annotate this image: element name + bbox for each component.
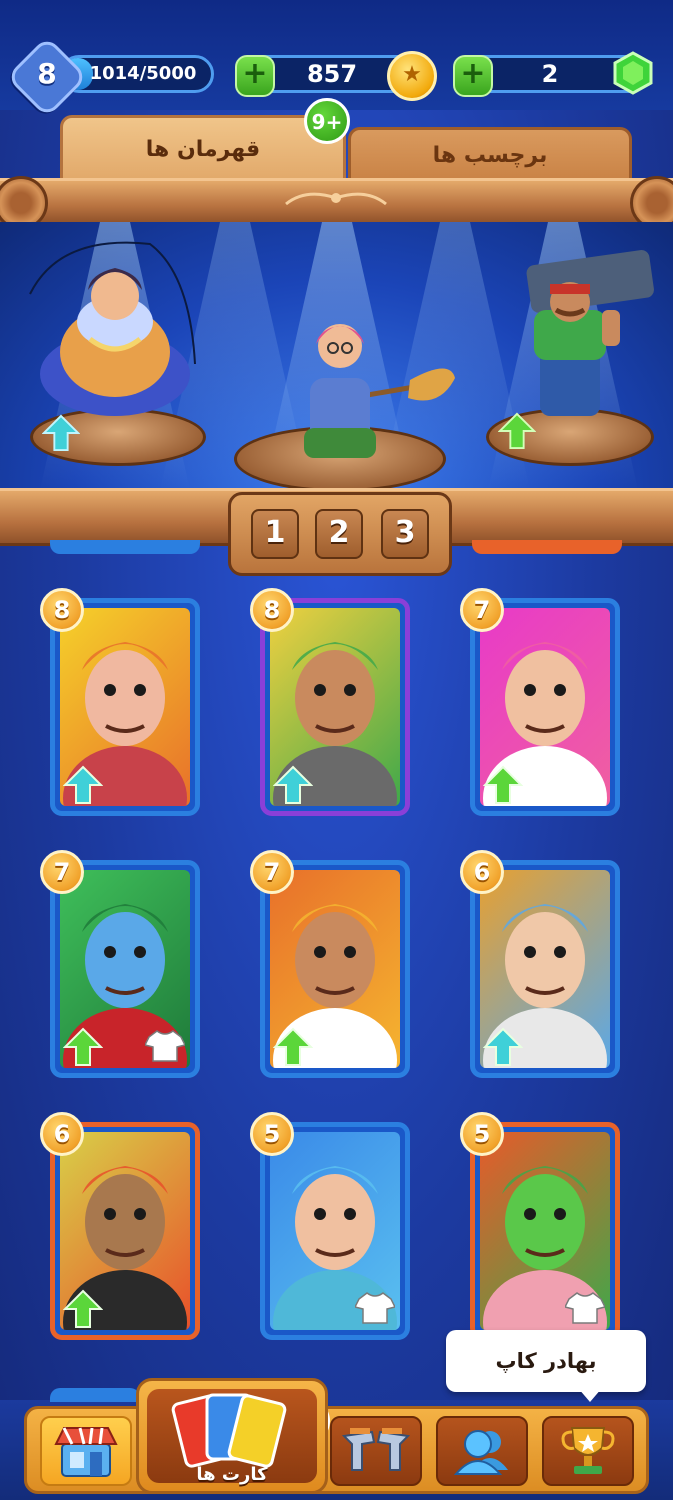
nav-cards-label: کارت ها: [196, 1464, 268, 1485]
nav-cards-button[interactable]: کارت ها: [136, 1378, 328, 1494]
hero-stage: [0, 222, 673, 490]
xp-text: 1014/5000: [89, 63, 197, 84]
hero-card-chef[interactable]: [470, 598, 620, 816]
upgrade-arrow-icon: [63, 1027, 103, 1066]
card-level-badge: 6: [460, 850, 504, 894]
xp-bar: 1014/5000: [60, 55, 214, 93]
card-peek: [472, 540, 622, 554]
hero-card-zombie[interactable]: [470, 1122, 620, 1340]
add-coins-button[interactable]: +: [235, 55, 275, 97]
upgrade-arrow-icon: [483, 1027, 523, 1066]
card-level-badge: 7: [40, 850, 84, 894]
beam-ornament: [285, 192, 387, 206]
trophy-icon: [561, 1427, 615, 1474]
hero-card-butcher[interactable]: [260, 860, 410, 1078]
upgrade-arrow-icon: [483, 765, 523, 804]
card-peek: [50, 1388, 140, 1402]
friends-icon: [453, 1430, 508, 1475]
cards-icon: [171, 1393, 287, 1468]
gem-amount: 2: [541, 60, 559, 88]
gem-counter: + 2: [453, 51, 653, 97]
page-selector: 1 2 3: [228, 492, 452, 576]
add-gems-button[interactable]: +: [453, 55, 493, 97]
upgrade-arrow-icon: [273, 765, 313, 804]
hero-card-pirate[interactable]: [50, 1122, 200, 1340]
skin-shirt-icon: [145, 1030, 185, 1062]
coin-amount: 857: [306, 60, 358, 88]
nav-shop-button[interactable]: [40, 1416, 132, 1486]
hero-card-blue-hair-girl[interactable]: [260, 1122, 410, 1340]
page-button-2[interactable]: 2: [315, 509, 363, 559]
coin-icon: ★: [387, 51, 437, 101]
card-level-badge: 8: [250, 588, 294, 632]
page-button-3[interactable]: 3: [381, 509, 429, 559]
card-level-badge: 5: [250, 1112, 294, 1156]
upgrade-arrow-icon: [42, 414, 80, 452]
card-level-badge: 7: [460, 588, 504, 632]
skin-shirt-icon: [355, 1292, 395, 1324]
pistols-icon: [341, 1428, 411, 1471]
upgrade-arrow-icon: [63, 765, 103, 804]
card-peek: [50, 540, 200, 554]
nav-friends-button[interactable]: [436, 1416, 528, 1486]
gem-icon: [613, 51, 653, 95]
page-button-1[interactable]: 1: [251, 509, 299, 559]
heroes-notification-badge: 9+: [304, 98, 350, 144]
hero-card-vampire[interactable]: [50, 860, 200, 1078]
upgrade-arrow-icon: [273, 1027, 313, 1066]
card-level-badge: 7: [250, 850, 294, 894]
card-level-badge: 8: [40, 588, 84, 632]
nav-trophy-button[interactable]: [542, 1416, 634, 1486]
upgrade-arrow-icon: [63, 1289, 103, 1328]
tooltip-tail: [578, 1388, 602, 1402]
upgrade-arrow-icon: [498, 412, 536, 450]
nav-pistols-button[interactable]: [330, 1416, 422, 1486]
hero-card-old-man-glasses[interactable]: [50, 598, 200, 816]
hero-card-cowboy[interactable]: [260, 598, 410, 816]
fortune-teller-hero[interactable]: [20, 234, 210, 434]
grandma-broom-hero[interactable]: [290, 308, 460, 468]
shop-icon: [54, 1427, 118, 1477]
coin-counter: + 857 ★: [235, 51, 437, 101]
level-number: 8: [37, 57, 57, 90]
skin-shirt-icon: [565, 1292, 605, 1324]
card-level-badge: 5: [460, 1112, 504, 1156]
bahador-cup-tooltip: بهادر کاپ: [446, 1330, 646, 1392]
card-level-badge: 6: [40, 1112, 84, 1156]
hero-card-doctor[interactable]: [470, 860, 620, 1078]
